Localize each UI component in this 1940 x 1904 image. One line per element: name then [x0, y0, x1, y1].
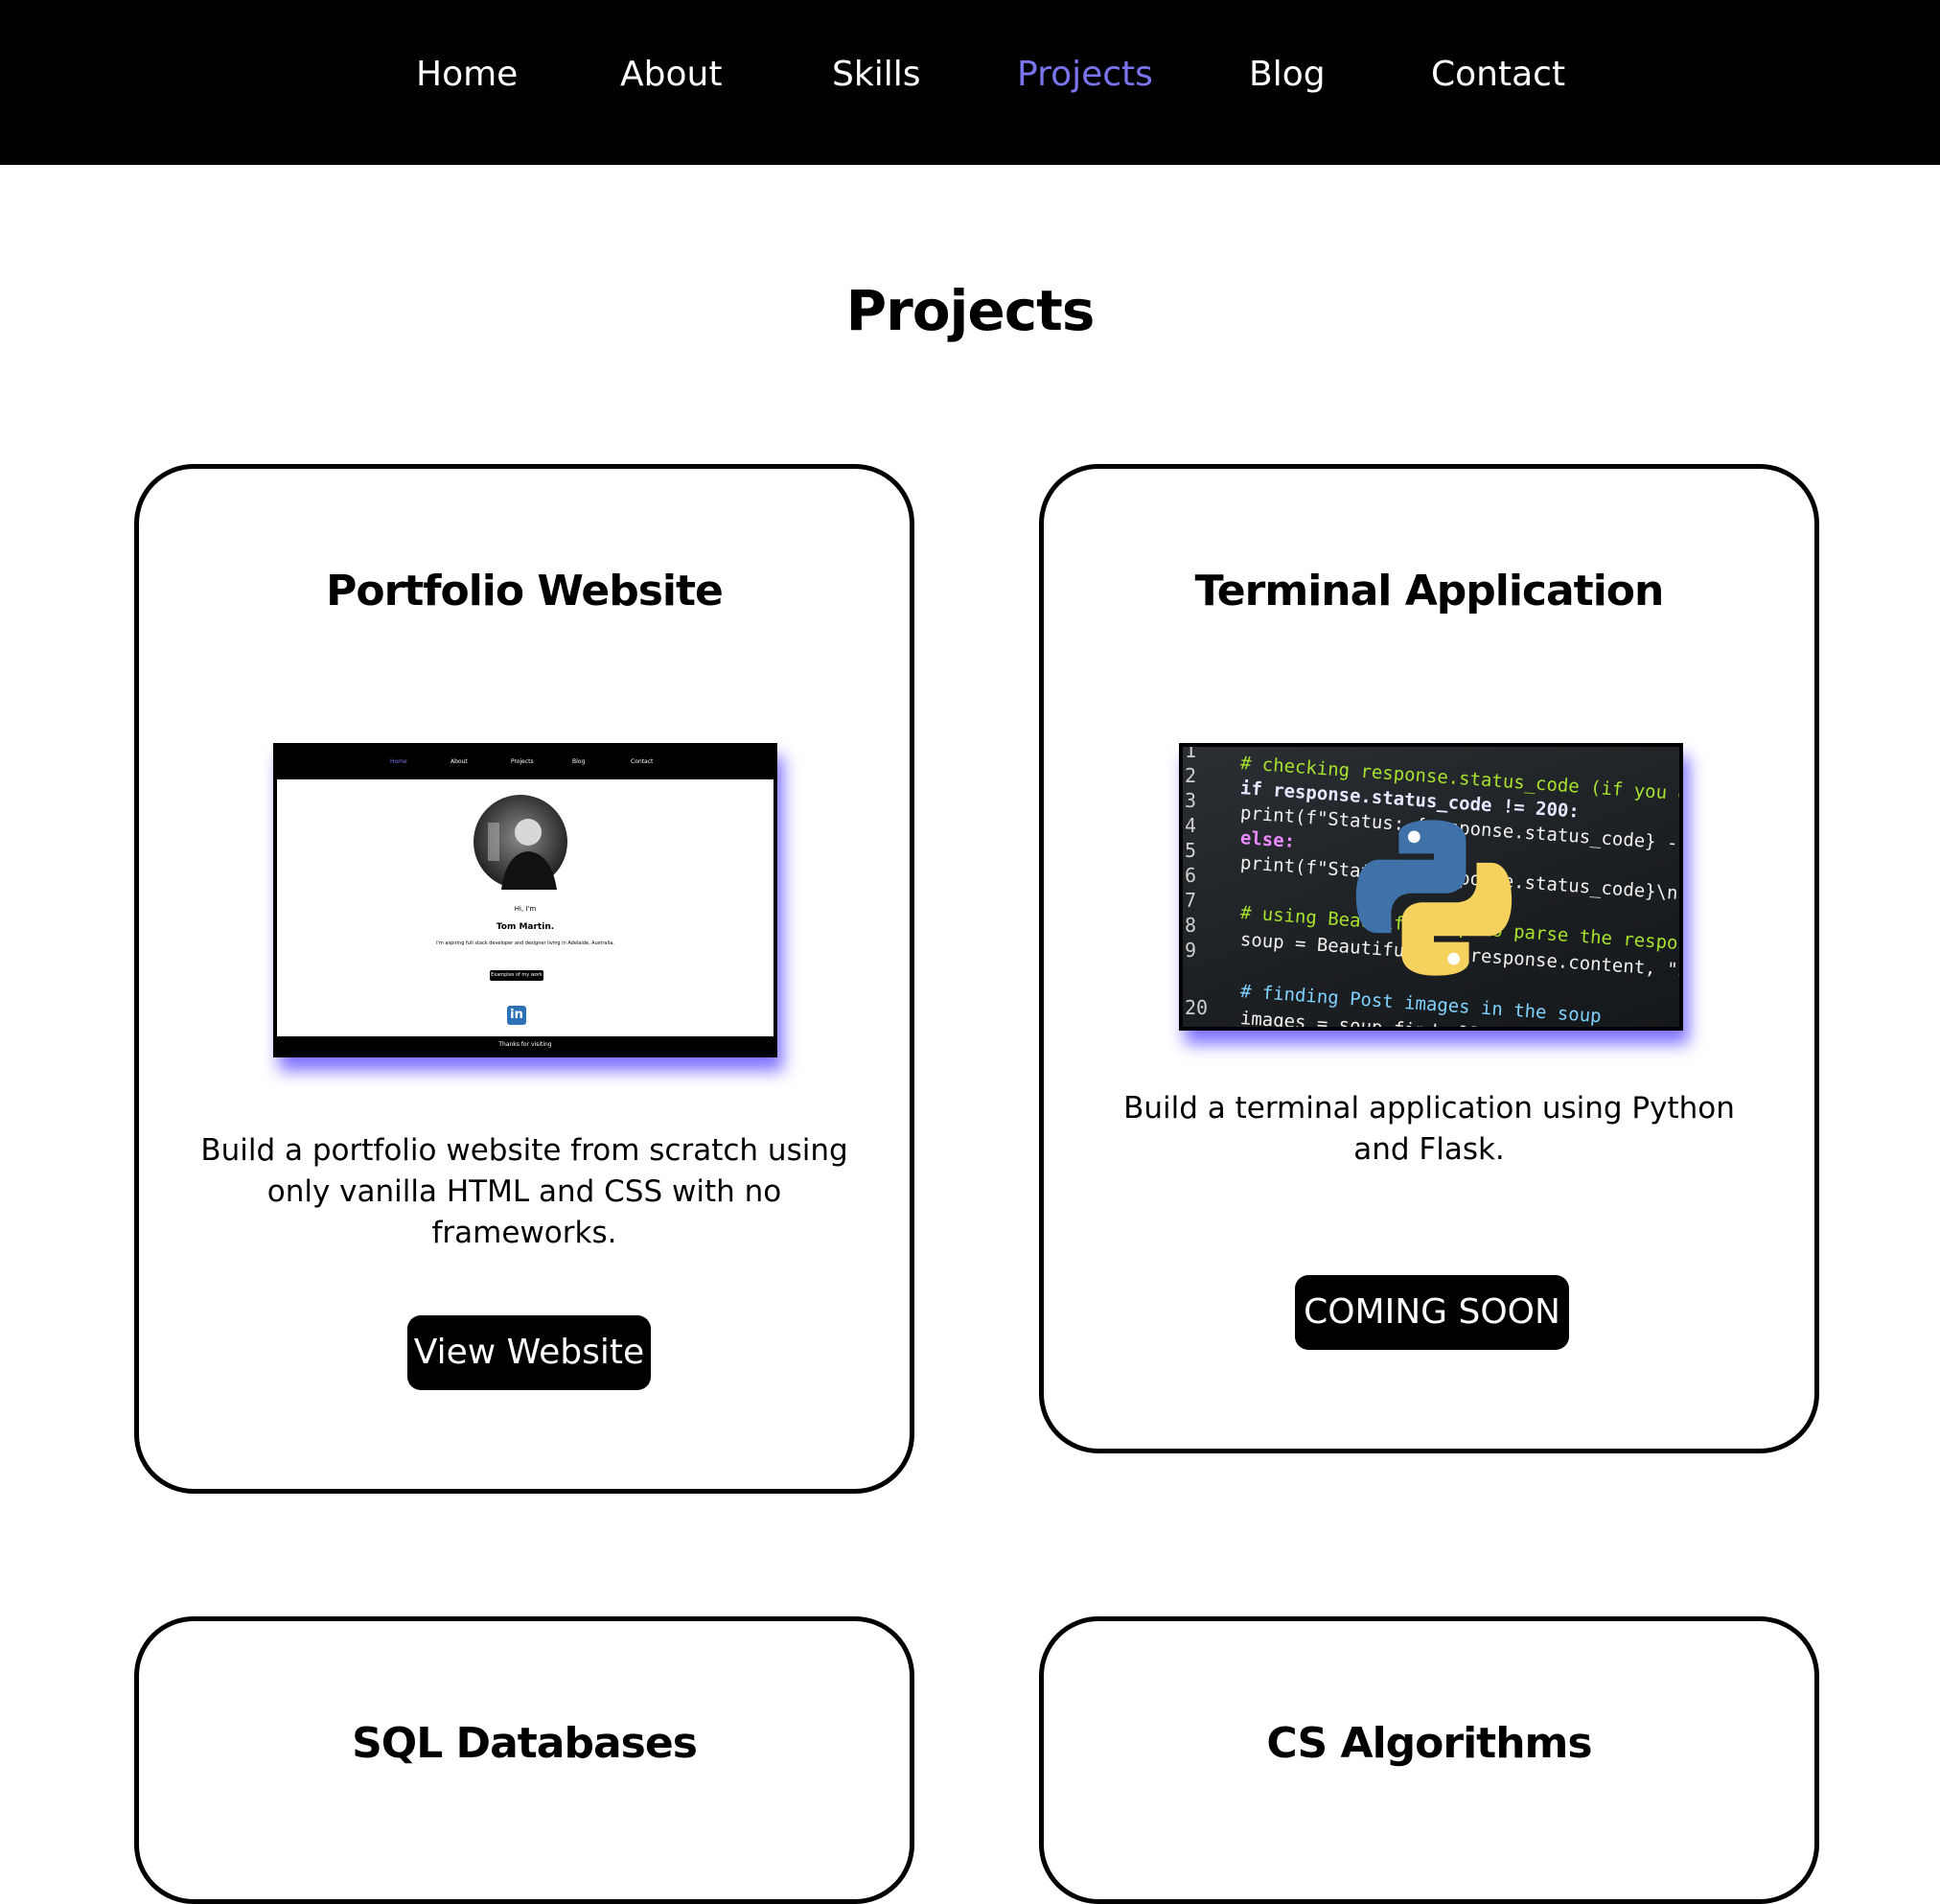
project-card-algorithms: CS Algorithms: [1039, 1616, 1819, 1904]
card-title: CS Algorithms: [1266, 1719, 1592, 1768]
project-card-portfolio: Portfolio Website Home About Projects Bl…: [134, 464, 914, 1494]
mini-tagline: I'm aspiring full stack developer and de…: [436, 940, 614, 946]
card-description: Build a portfolio website from scratch u…: [200, 1133, 848, 1250]
nav-link-contact[interactable]: Contact: [1431, 50, 1565, 100]
portfolio-screenshot: Home About Projects Blog Contact Hi, I'm…: [273, 743, 777, 1057]
mini-nav-home: Home: [390, 758, 407, 765]
nav-link-home[interactable]: Home: [416, 50, 518, 100]
nav-link-blog[interactable]: Blog: [1249, 50, 1326, 100]
nav-link-about[interactable]: About: [620, 50, 722, 100]
mini-footer-text: Thanks for visiting: [498, 1041, 552, 1048]
mini-nav-about: About: [450, 758, 468, 765]
mini-nav-blog: Blog: [572, 758, 586, 765]
card-title: Terminal Application: [1194, 567, 1665, 615]
nav-link-skills[interactable]: Skills: [832, 50, 920, 100]
mini-name: Tom Martin.: [496, 922, 555, 932]
view-website-button[interactable]: View Website: [407, 1315, 651, 1390]
top-navbar: Home About Skills Projects Blog Contact: [0, 0, 1940, 165]
page-title: Projects: [845, 278, 1096, 343]
code-line: else:: [1239, 827, 1296, 852]
code-screenshot: 1 2 3 4 5 6 7 8 9 20 # checking response…: [1179, 743, 1683, 1031]
mini-navbar: Home About Projects Blog Contact: [277, 747, 774, 779]
card-title: Portfolio Website: [326, 567, 724, 615]
line-numbers: 1 2 3 4 5 6 7 8 9 20: [1185, 743, 1209, 1019]
card-description: Build a terminal application using Pytho…: [1123, 1091, 1735, 1167]
mini-work-button: Examples of my work: [490, 970, 543, 981]
project-card-sql: SQL Databases: [134, 1616, 914, 1904]
mini-nav-projects: Projects: [511, 758, 534, 765]
profile-photo: [473, 795, 567, 890]
card-title: SQL Databases: [352, 1719, 698, 1768]
mini-greeting: Hi, I'm: [514, 905, 537, 913]
nav-link-projects[interactable]: Projects: [1017, 50, 1153, 100]
project-card-terminal: Terminal Application 1 2 3 4 5 6 7 8 9 2…: [1039, 464, 1819, 1453]
coming-soon-button[interactable]: COMING SOON: [1295, 1275, 1569, 1350]
python-logo-icon: [1355, 820, 1513, 976]
mini-footer: Thanks for visiting: [277, 1036, 774, 1054]
linkedin-icon: in: [507, 1006, 526, 1025]
mini-nav-contact: Contact: [631, 758, 654, 765]
